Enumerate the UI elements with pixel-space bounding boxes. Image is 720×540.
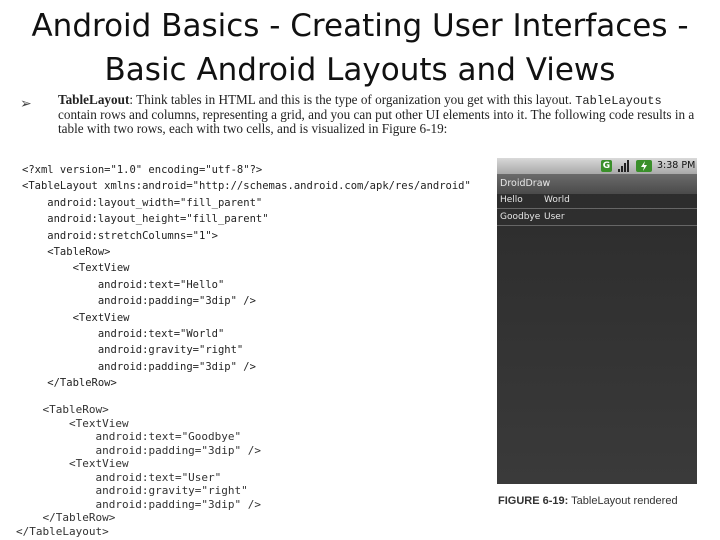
- code-line: <?xml version="1.0" encoding="utf-8"?>: [22, 164, 263, 176]
- code-block-1: <?xml version="1.0" encoding="utf-8"?> <T…: [22, 162, 471, 392]
- code-line: android:padding="3dip" />: [16, 443, 262, 457]
- code-line: <TextView: [22, 262, 130, 275]
- network-g-icon: G: [601, 160, 612, 172]
- code-line: android:gravity="right": [22, 344, 244, 357]
- code-line: android:padding="3dip" />: [16, 497, 262, 511]
- code-line: android:text="World": [22, 328, 225, 341]
- code-line: android:padding="3dip" />: [22, 295, 256, 308]
- table-row: Goodbye User: [497, 209, 697, 226]
- description-paragraph: TableLayout: Think tables in HTML and th…: [58, 93, 698, 135]
- code-line: android:stretchColumns="1">: [22, 229, 218, 242]
- code-line: android:text="Goodbye": [16, 430, 242, 443]
- table-cell: Hello: [500, 195, 523, 205]
- phone-screenshot: G 3:38 PM DroidDraw Hello World Goodbye …: [497, 158, 697, 484]
- battery-icon: [636, 160, 652, 172]
- table-cell: World: [544, 195, 570, 205]
- code-line: android:text="User": [16, 470, 222, 484]
- signal-icon: [618, 160, 630, 172]
- figure-caption: FIGURE 6-19: TableLayout rendered: [498, 493, 698, 510]
- code-line: </TableRow>: [16, 511, 116, 524]
- code-line: <TextView: [16, 457, 129, 470]
- status-time: 3:38 PM: [657, 160, 696, 171]
- code-line: android:layout_height="fill_parent": [22, 213, 269, 226]
- code-line: android:layout_width="fill_parent": [22, 196, 263, 209]
- code-line: <TableRow>: [22, 246, 111, 259]
- status-bar: G 3:38 PM: [497, 158, 697, 174]
- table-cell: Goodbye: [500, 212, 541, 222]
- app-title-bar: DroidDraw: [497, 174, 697, 194]
- slide-title-line-2: Basic Android Layouts and Views: [104, 52, 616, 88]
- figure-label: FIGURE 6-19:: [498, 495, 569, 507]
- code-line: <TextView: [22, 311, 130, 324]
- slide-title: Android Basics - Creating User Interface…: [0, 4, 720, 92]
- code-line: <TableLayout xmlns:android="http://schem…: [22, 180, 471, 193]
- code-line: android:text="Hello": [22, 278, 225, 291]
- code-line: </TableRow>: [22, 377, 117, 390]
- code-term: TableLayouts: [575, 94, 662, 108]
- code-line: android:gravity="right": [16, 484, 248, 497]
- code-line: android:padding="3dip" />: [22, 360, 256, 373]
- code-block-2: <TableRow> <TextView android:text="Goodb…: [16, 403, 261, 538]
- code-line: </TableLayout>: [16, 524, 109, 538]
- table-cell: User: [544, 212, 565, 222]
- term-tablelayout: TableLayout: [58, 92, 130, 107]
- slide-title-line-1: Android Basics - Creating User Interface…: [31, 8, 689, 44]
- code-line: <TextView: [16, 416, 129, 430]
- paragraph-rest: contain rows and columns, representing a…: [58, 107, 695, 136]
- paragraph-intro: : Think tables in HTML and this is the t…: [129, 92, 576, 107]
- table-row: Hello World: [497, 192, 697, 209]
- bullet-arrow-icon: ➢: [20, 96, 32, 112]
- figure-caption-text: TableLayout rendered: [568, 495, 678, 507]
- code-line: <TableRow>: [16, 403, 109, 416]
